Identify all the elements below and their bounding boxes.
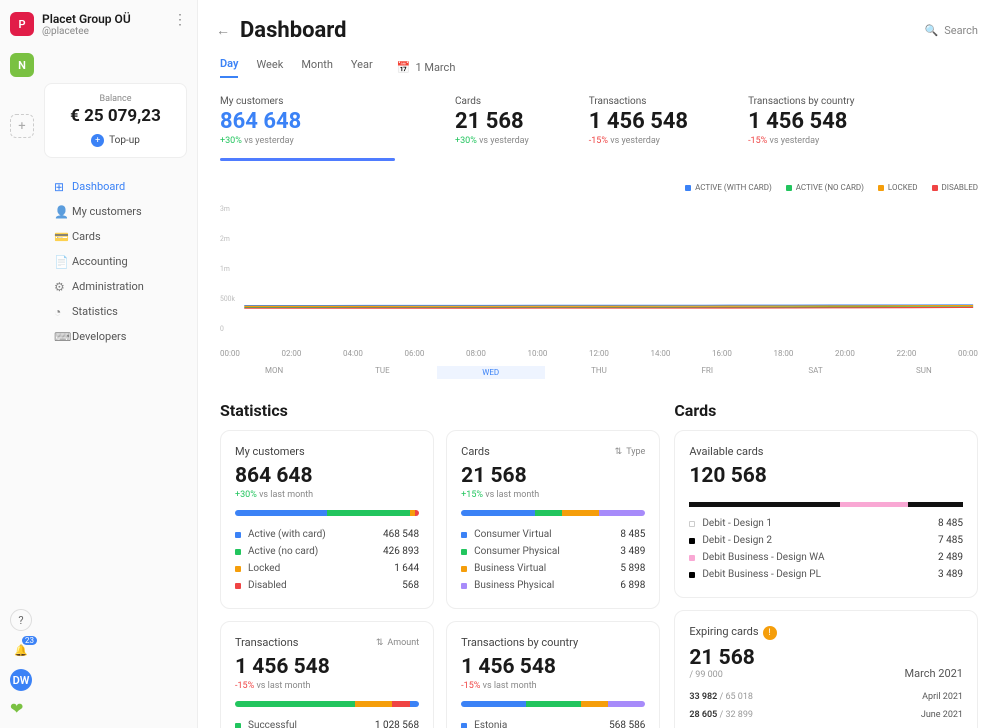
calendar-icon: 📅 — [397, 61, 411, 74]
transactions-filter[interactable]: ⇅ Amount — [376, 638, 419, 648]
stat-row: Locked1 644 — [235, 560, 419, 577]
nav-icon: ⚙ — [54, 280, 65, 294]
available-cards-card: Available cards 120 568 Debit - Design 1… — [674, 430, 978, 598]
day-sun[interactable]: SUN — [870, 366, 978, 379]
legend-item: ACTIVE (WITH CARD) — [685, 183, 772, 192]
sidebar: P Placet Group OÜ @placetee ⋮ N + Balanc… — [0, 0, 198, 728]
tab-day[interactable]: Day — [220, 57, 238, 78]
balance-card: Balance € 25 079,23 + Top-up — [44, 83, 187, 158]
day-fri[interactable]: FRI — [653, 366, 761, 379]
stat-row: Successful1 028 568 — [235, 717, 419, 728]
search-input[interactable]: 🔍 Search — [925, 24, 979, 37]
sidebar-item-dashboard[interactable]: ⊞Dashboard — [0, 174, 197, 199]
search-icon: 🔍 — [925, 24, 939, 37]
nav-icon: ⌨ — [54, 330, 71, 344]
user-avatar[interactable]: DW — [10, 669, 32, 691]
sidebar-item-my-customers[interactable]: 👤My customers — [0, 199, 197, 224]
stat-row: Business Physical6 898 — [461, 577, 645, 594]
help-icon[interactable]: ? — [10, 609, 32, 631]
svg-text:500k: 500k — [220, 295, 235, 303]
stat-card-transactions-by-country: Transactions by country 1 456 548 -15% v… — [446, 621, 660, 728]
expiring-row: 33 982 / 65 018 April 2021 — [689, 688, 963, 706]
day-mon[interactable]: MON — [220, 366, 328, 379]
nav-icon: ◔ — [54, 305, 61, 319]
notifications-icon[interactable]: 🔔23 — [10, 639, 32, 661]
card-design-row[interactable]: Debit - Design 27 485 — [689, 532, 963, 549]
stat-card-customers: My customers 864 648 +30% vs last month … — [220, 430, 434, 609]
stat-row: Consumer Virtual8 485 — [461, 526, 645, 543]
kpi-row: My customers 864 648 +30% vs yesterday C… — [220, 96, 978, 171]
sidebar-item-statistics[interactable]: ◔Statistics — [0, 299, 197, 324]
filter-icon: ⇅ — [615, 447, 623, 457]
kpi-cards[interactable]: Cards 21 568 +30% vs yesterday — [455, 96, 529, 161]
tab-month[interactable]: Month — [301, 58, 333, 77]
nav-icon: 💳 — [54, 230, 69, 244]
card-design-row[interactable]: Debit Business - Design WA2 489 — [689, 549, 963, 566]
secondary-avatar[interactable]: N — [10, 53, 34, 77]
kpi-transactions-by-country[interactable]: Transactions by country 1 456 548 -15% v… — [748, 96, 854, 161]
company-name: Placet Group OÜ — [42, 12, 131, 26]
sidebar-item-developers[interactable]: ⌨Developers — [0, 324, 197, 349]
add-workspace-button[interactable]: + — [10, 114, 34, 138]
company-menu-icon[interactable]: ⋮ — [173, 12, 187, 28]
company-handle: @placetee — [42, 26, 131, 37]
stat-row: Consumer Physical3 489 — [461, 543, 645, 560]
statistics-heading: Statistics — [220, 401, 660, 420]
main: ← Dashboard 🔍 Search Day Week Month Year 📅1 … — [198, 0, 1000, 728]
cards-heading: Cards — [674, 401, 978, 420]
card-design-row[interactable]: Debit Business - Design PL3 489 — [689, 566, 963, 583]
svg-text:3m: 3m — [220, 205, 230, 213]
stat-row: Disabled568 — [235, 577, 419, 594]
company-avatar[interactable]: P — [10, 12, 34, 36]
cards-filter[interactable]: ⇅ Type — [615, 447, 646, 457]
legend-item: LOCKED — [878, 183, 918, 192]
sidebar-item-administration[interactable]: ⚙Administration — [0, 274, 197, 299]
filter-icon: ⇅ — [376, 638, 384, 648]
stat-row: Active (no card)426 893 — [235, 543, 419, 560]
legend-item: DISABLED — [932, 183, 978, 192]
day-sat[interactable]: SAT — [761, 366, 869, 379]
kpi-my-customers[interactable]: My customers 864 648 +30% vs yesterday — [220, 96, 395, 161]
topup-button[interactable]: + Top-up — [55, 134, 176, 147]
date-picker[interactable]: 📅1 March — [397, 61, 456, 74]
main-chart: ACTIVE (WITH CARD) ACTIVE (NO CARD) LOCKED… — [220, 183, 978, 379]
time-tabs: Day Week Month Year 📅1 March — [220, 57, 978, 78]
balance-amount: € 25 079,23 — [55, 106, 176, 126]
brand-leaf-icon: ❤ — [10, 699, 187, 718]
expiring-cards-card: Expiring cards! 21 568/ 99 000 March 202… — [674, 610, 978, 728]
stat-row: Business Virtual5 898 — [461, 560, 645, 577]
sidebar-item-cards[interactable]: 💳Cards — [0, 224, 197, 249]
stat-card-transactions: Transactions⇅ Amount 1 456 548 -15% vs l… — [220, 621, 434, 728]
notification-badge: 23 — [22, 636, 37, 645]
balance-label: Balance — [55, 94, 176, 104]
day-wed[interactable]: WED — [437, 366, 545, 379]
day-tue[interactable]: TUE — [328, 366, 436, 379]
nav-icon: 👤 — [54, 205, 69, 219]
stat-row: Estonia568 586 — [461, 717, 645, 728]
sidebar-item-accounting[interactable]: 📄Accounting — [0, 249, 197, 274]
tab-year[interactable]: Year — [351, 58, 373, 77]
svg-text:1m: 1m — [220, 265, 230, 273]
nav: ⊞Dashboard👤My customers💳Cards📄Accounting… — [0, 170, 197, 353]
expiring-row: 28 605 / 32 899 June 2021 — [689, 706, 963, 724]
day-thu[interactable]: THU — [545, 366, 653, 379]
page-title: Dashboard — [240, 18, 347, 43]
plus-icon: + — [91, 134, 104, 147]
legend-item: ACTIVE (NO CARD) — [786, 183, 864, 192]
nav-icon: ⊞ — [54, 180, 64, 194]
warning-icon: ! — [763, 626, 777, 640]
kpi-transactions[interactable]: Transactions 1 456 548 -15% vs yesterday — [589, 96, 688, 161]
card-design-row[interactable]: Debit - Design 18 485 — [689, 515, 963, 532]
back-arrow-icon[interactable]: ← — [216, 22, 230, 39]
stat-card-cards: Cards⇅ Type 21 568 +15% vs last month Co… — [446, 430, 660, 609]
stat-row: Active (with card)468 548 — [235, 526, 419, 543]
expiring-row: 44 889 / -10 987 July 2021 — [689, 724, 963, 728]
nav-icon: 📄 — [54, 255, 69, 269]
svg-text:0: 0 — [220, 325, 224, 333]
tab-week[interactable]: Week — [256, 58, 283, 77]
svg-text:2m: 2m — [220, 235, 230, 243]
